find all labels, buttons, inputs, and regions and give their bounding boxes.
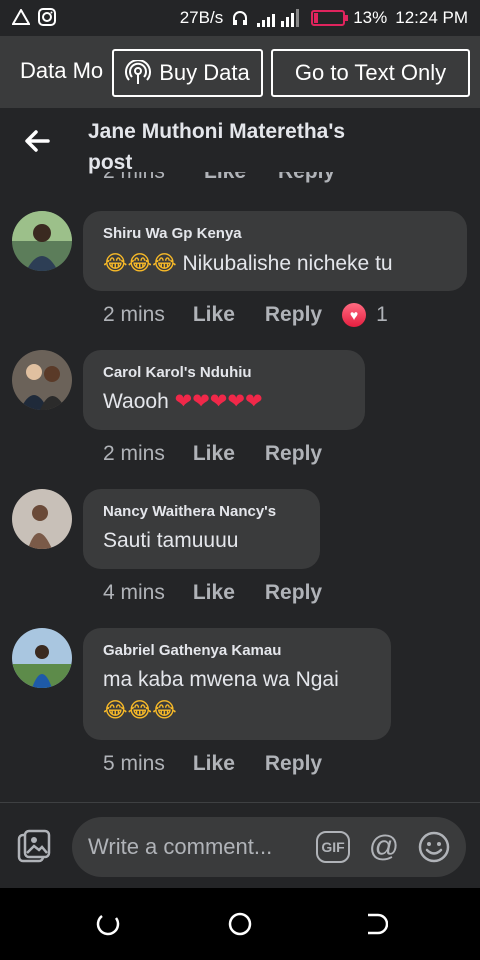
- comment-bubble[interactable]: Nancy Waithera Nancy's Sauti tamuuuu: [83, 489, 320, 569]
- like-button[interactable]: Like: [193, 442, 235, 466]
- comment-bubble[interactable]: Gabriel Gathenya Kamau ma kaba mwena wa …: [83, 628, 391, 740]
- comment-time: 4 mins: [103, 581, 165, 604]
- reply-button[interactable]: Reply: [265, 752, 322, 776]
- headset-icon: [233, 11, 248, 25]
- gif-icon[interactable]: GIF: [316, 831, 350, 863]
- comment-composer: Write a comment... GIF @: [0, 803, 480, 888]
- comment-actions: 2 mins Like Reply ♥ 1: [103, 303, 388, 327]
- comment-body: Waooh: [103, 390, 175, 413]
- back-icon[interactable]: [360, 910, 388, 938]
- heart-emoji-icon: ❤❤❤❤❤: [174, 390, 263, 413]
- comment-bubble[interactable]: Shiru Wa Gp Kenya 😂😂😂 Nikubalishe nichek…: [83, 211, 467, 291]
- avatar[interactable]: [12, 628, 72, 688]
- comment-author[interactable]: Gabriel Gathenya Kamau: [103, 642, 371, 659]
- comment-actions: 4 mins Like Reply: [103, 581, 322, 605]
- comment-placeholder: Write a comment...: [88, 834, 273, 859]
- recent-apps-icon[interactable]: [94, 910, 122, 938]
- instagram-icon: [38, 8, 56, 26]
- text-only-button[interactable]: Go to Text Only: [271, 49, 470, 97]
- back-arrow-icon[interactable]: [22, 126, 52, 156]
- comment-body: ma kaba mwena wa Ngai: [103, 668, 339, 691]
- comment-author[interactable]: Carol Karol's Nduhiu: [103, 364, 345, 381]
- page-title: Jane Muthoni Materetha's post: [88, 120, 346, 174]
- home-icon[interactable]: [226, 910, 254, 938]
- like-button[interactable]: Like: [204, 172, 246, 184]
- avatar[interactable]: [12, 350, 72, 410]
- reaction-count: 1: [376, 303, 388, 326]
- comment-time: 5 mins: [103, 752, 165, 775]
- laughing-emoji-icon: 😂😂😂: [103, 251, 177, 275]
- comment-text: 😂😂😂 Nikubalishe nicheke tu: [103, 248, 447, 279]
- comment-time: 2 mins: [103, 442, 165, 465]
- buy-data-label: Buy Data: [159, 60, 250, 85]
- comment-time: 2 mins: [103, 172, 165, 184]
- comment-author[interactable]: Nancy Waithera Nancy's: [103, 503, 300, 520]
- comment-actions: 5 mins Like Reply: [103, 752, 322, 776]
- text-only-label: Go to Text Only: [294, 60, 447, 85]
- comment-actions: 2 mins Like Reply: [103, 442, 322, 466]
- reply-button[interactable]: Reply: [278, 172, 335, 184]
- comment-time: 2 mins: [103, 303, 165, 326]
- warning-icon: [12, 9, 30, 25]
- signal-icon: [257, 9, 300, 27]
- comment-author[interactable]: Shiru Wa Gp Kenya: [103, 225, 447, 242]
- post-header: Jane Muthoni Materetha's post: [0, 108, 480, 178]
- reply-button[interactable]: Reply: [265, 303, 322, 327]
- broadcast-icon: [125, 60, 152, 84]
- comment-text: Waooh ❤❤❤❤❤: [103, 387, 345, 417]
- reply-button[interactable]: Reply: [265, 442, 322, 466]
- network-speed: 27B/s: [179, 8, 224, 27]
- comment-bubble[interactable]: Carol Karol's Nduhiu Waooh ❤❤❤❤❤: [83, 350, 365, 430]
- data-mode-banner: Data Mo Buy Data Go to Text Only: [0, 36, 480, 108]
- battery-percent: 13%: [353, 8, 388, 27]
- buy-data-button[interactable]: Buy Data: [112, 49, 263, 97]
- like-button[interactable]: Like: [193, 303, 235, 327]
- emoji-icon[interactable]: [418, 831, 450, 863]
- love-reaction-icon: ♥: [342, 303, 367, 327]
- comment-text: Sauti tamuuuu: [103, 529, 239, 552]
- system-nav-bar: [0, 888, 480, 960]
- clock: 12:24 PM: [395, 8, 468, 27]
- avatar[interactable]: [12, 211, 72, 271]
- like-button[interactable]: Like: [193, 752, 235, 776]
- laughing-emoji-icon: 😂😂😂: [103, 698, 177, 722]
- comment-input[interactable]: Write a comment... GIF @: [72, 817, 466, 877]
- photo-icon[interactable]: [16, 829, 52, 865]
- data-mode-label: Data Mo: [20, 58, 104, 83]
- previous-comment-meta: 2 mins Like Reply: [100, 172, 360, 188]
- like-button[interactable]: Like: [193, 581, 235, 605]
- reply-button[interactable]: Reply: [265, 581, 322, 605]
- battery-icon: [311, 10, 349, 26]
- comment-body: Nikubalishe nicheke tu: [176, 252, 393, 275]
- avatar[interactable]: [12, 489, 72, 549]
- comment-text: ma kaba mwena wa Ngai 😂😂😂: [103, 665, 371, 725]
- reaction-summary[interactable]: ♥ 1: [342, 303, 388, 327]
- status-bar: 27B/s 13% 12:24 PM: [0, 0, 480, 36]
- mention-icon[interactable]: @: [366, 829, 402, 865]
